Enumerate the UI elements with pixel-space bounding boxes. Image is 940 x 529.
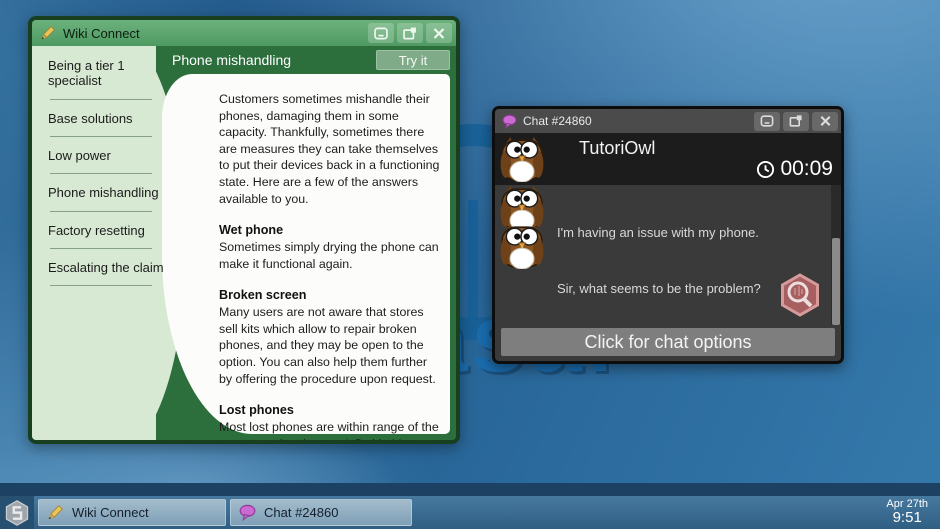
sidebar-item-low-power[interactable]: Low power	[48, 148, 174, 163]
section-heading-lost-phones: Lost phones	[219, 402, 440, 419]
sidebar-item-being-a-tier-1-specialist[interactable]: Being a tier 1 specialist	[48, 58, 174, 89]
start-logo-icon	[4, 500, 30, 526]
chat-bubble-icon	[502, 114, 517, 129]
sidebar-divider	[50, 173, 152, 174]
section-heading-wet-phone: Wet phone	[219, 222, 440, 239]
chat-scrollbar[interactable]	[831, 185, 841, 325]
chat-close-button[interactable]	[812, 112, 838, 131]
tutoriowl-avatar	[499, 223, 545, 269]
chat-timer: 00:09	[756, 157, 833, 181]
chat-minimize-button[interactable]	[754, 112, 780, 131]
tutoriowl-avatar	[499, 136, 545, 182]
sidebar-item-escalating-the-claim[interactable]: Escalating the claim	[48, 260, 174, 275]
chat-scrollbar-thumb[interactable]	[832, 238, 840, 325]
wiki-sidebar-items: Being a tier 1 specialist Base solutions…	[32, 46, 184, 297]
chat-message: Sir, what seems to be the problem?	[557, 281, 761, 296]
taskbar-item-chat[interactable]: Chat #24860	[230, 499, 412, 526]
article-header: Phone mishandling Try it	[156, 46, 456, 74]
chat-window: Chat #24860 TutoriOwl 00:09 I'm having a…	[492, 106, 844, 364]
chat-title-bar[interactable]: Chat #24860	[495, 109, 841, 133]
wiki-minimize-button[interactable]	[368, 23, 394, 43]
wiki-window-title: Wiki Connect	[63, 26, 365, 41]
taskbar-clock: Apr 27th 9:51	[886, 498, 940, 527]
sidebar-divider	[50, 285, 152, 286]
pencil-icon	[47, 504, 64, 521]
wallpaper-bottom-band	[0, 483, 940, 496]
wiki-body: Being a tier 1 specialist Base solutions…	[32, 46, 456, 440]
chat-message-list: I'm having an issue with my phone. Sir, …	[495, 185, 841, 325]
sidebar-divider	[50, 99, 152, 100]
pencil-icon	[40, 25, 56, 41]
clock-icon	[756, 160, 775, 179]
chat-header: TutoriOwl 00:09	[495, 133, 841, 185]
taskbar-item-label: Chat #24860	[264, 505, 338, 520]
taskbar-item-label: Wiki Connect	[72, 505, 149, 520]
desktop: asar Wiki Connect Being a tier 1 special…	[0, 0, 940, 529]
chat-options-button[interactable]: Click for chat options	[501, 328, 835, 356]
try-it-button[interactable]: Try it	[376, 50, 450, 70]
start-button[interactable]	[0, 496, 34, 529]
article-title: Phone mishandling	[156, 52, 376, 68]
article-panel: Customers sometimes mishandle their phon…	[162, 74, 450, 434]
wiki-popout-button[interactable]	[397, 23, 423, 43]
taskbar-item-wiki-connect[interactable]: Wiki Connect	[38, 499, 226, 526]
chat-message: I'm having an issue with my phone.	[557, 225, 759, 240]
chat-contact-name: TutoriOwl	[579, 138, 655, 159]
chat-window-title: Chat #24860	[523, 114, 751, 128]
sidebar-item-base-solutions[interactable]: Base solutions	[48, 111, 174, 126]
sidebar-divider	[50, 248, 152, 249]
taskbar-time: 9:51	[886, 510, 928, 527]
section-body-lost-phones: Most lost phones are within range of the…	[219, 419, 440, 440]
quasar-badge-icon	[778, 273, 822, 317]
chat-bubble-icon	[239, 504, 256, 521]
chat-timer-value: 00:09	[780, 157, 833, 181]
sidebar-item-factory-resetting[interactable]: Factory resetting	[48, 223, 174, 238]
section-body-broken-screen: Many users are not aware that stores sel…	[219, 304, 440, 387]
chat-popout-button[interactable]	[783, 112, 809, 131]
wiki-connect-window: Wiki Connect Being a tier 1 specialist B…	[28, 16, 460, 444]
taskbar: Wiki Connect Chat #24860 Apr 27th 9:51	[0, 496, 940, 529]
sidebar-divider	[50, 211, 152, 212]
section-body-wet-phone: Sometimes simply drying the phone can ma…	[219, 239, 440, 272]
wiki-close-button[interactable]	[426, 23, 452, 43]
article-intro: Customers sometimes mishandle their phon…	[219, 91, 440, 207]
wiki-title-bar[interactable]: Wiki Connect	[32, 20, 456, 46]
section-heading-broken-screen: Broken screen	[219, 287, 440, 304]
sidebar-divider	[50, 136, 152, 137]
sidebar-item-phone-mishandling[interactable]: Phone mishandling	[48, 185, 174, 200]
